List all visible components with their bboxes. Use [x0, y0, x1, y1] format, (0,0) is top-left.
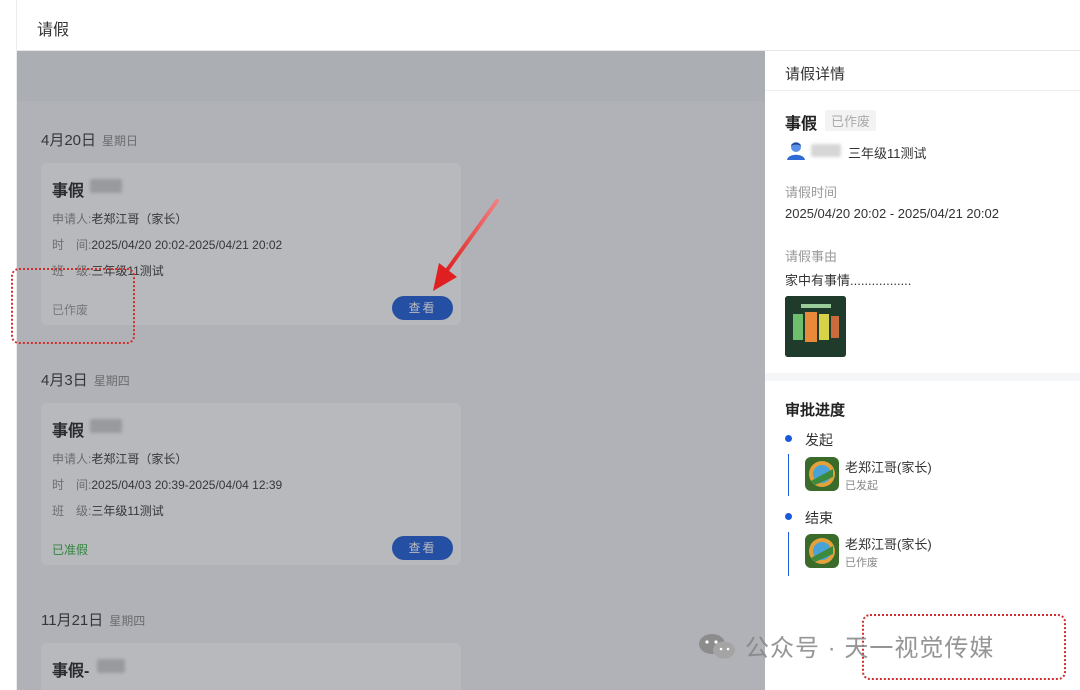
list-header-strip	[17, 51, 765, 101]
card-title: 事假	[52, 183, 85, 200]
weekday-label: 星期四	[93, 374, 130, 388]
detail-header: 请假详情	[765, 51, 1080, 91]
watermark-text: 公众号 · 天一视觉传媒	[745, 635, 995, 662]
time-label: 请假时间	[785, 185, 838, 200]
step-label: 发起	[805, 432, 833, 448]
progress-title: 审批进度	[785, 402, 846, 419]
leave-card[interactable]: 事假-	[41, 643, 461, 690]
step-user-name: 老郑江哥(家长)	[845, 537, 932, 552]
attachment-thumbnail[interactable]	[785, 296, 846, 357]
avatar-icon	[805, 457, 839, 491]
time-value: 2025/04/20 20:02 - 2025/04/21 20:02	[785, 206, 999, 221]
view-button[interactable]: 查看	[392, 536, 453, 560]
blurred-name	[97, 659, 125, 673]
blurred-user-name	[811, 144, 841, 157]
reason-label: 请假事由	[785, 249, 838, 264]
class-name: 三年级11测试	[848, 146, 927, 161]
view-button[interactable]: 查看	[392, 296, 453, 320]
attachment-image-icon	[785, 296, 846, 357]
leave-card[interactable]: 事假 申请人:老郑江哥（家长） 时 间:2025/04/03 20:39-202…	[41, 403, 461, 565]
step-line	[788, 454, 789, 496]
leave-type: 事假	[785, 116, 818, 133]
avatar-icon	[805, 534, 839, 568]
applicant-row: 申请人:老郑江哥（家长）	[52, 452, 188, 466]
wechat-icon	[699, 633, 735, 658]
detail-title: 请假详情	[785, 66, 846, 83]
applicant-row: 申请人:老郑江哥（家长）	[52, 212, 188, 226]
leave-list: 4月20日 星期日 事假 申请人:老郑江哥（家长） 时 间:2025/04/20 …	[17, 51, 765, 690]
annotation-arrow-icon	[433, 199, 499, 291]
date-header: 4月20日 星期日	[41, 129, 138, 150]
annotation-box	[11, 268, 135, 344]
card-title: 事假-	[52, 663, 90, 680]
step-label: 结束	[805, 510, 833, 526]
left-edge	[0, 0, 17, 690]
time-row: 时 间:2025/04/20 20:02-2025/04/21 20:02	[52, 238, 283, 252]
blurred-name	[90, 419, 122, 433]
avatar	[805, 457, 839, 491]
step-status: 已发起	[845, 480, 878, 492]
section-divider	[765, 373, 1080, 381]
step-status: 已作废	[845, 557, 878, 569]
weekday-label: 星期四	[109, 614, 146, 628]
detail-panel: 请假详情 事假 已作废 三年级11测试 请假时间 2025/04/20 20:0…	[765, 51, 1080, 690]
user-icon	[787, 142, 805, 160]
date-label: 4月3日	[41, 372, 88, 389]
date-header: 4月3日 星期四	[41, 369, 130, 390]
status-label: 已准假	[52, 543, 89, 557]
top-bar: 请假	[0, 0, 1080, 690]
page-title: 请假	[37, 22, 70, 39]
avatar	[805, 534, 839, 568]
step-user-name: 老郑江哥(家长)	[845, 460, 932, 475]
status-badge: 已作废	[825, 110, 877, 131]
blurred-name	[90, 179, 122, 193]
card-title: 事假	[52, 423, 85, 440]
time-row: 时 间:2025/04/03 20:39-2025/04/04 12:39	[52, 478, 283, 492]
date-label: 4月20日	[41, 132, 97, 149]
reason-value: 家中有事情.................	[785, 273, 912, 288]
step-dot	[785, 435, 792, 442]
step-dot	[785, 513, 792, 520]
date-label: 11月21日	[41, 612, 104, 629]
watermark: 公众号 · 天一视觉传媒	[697, 628, 994, 663]
class-row: 班 级:三年级11测试	[52, 504, 164, 518]
step-line	[788, 532, 789, 576]
weekday-label: 星期日	[102, 134, 139, 148]
date-header: 11月21日 星期四	[41, 609, 145, 630]
